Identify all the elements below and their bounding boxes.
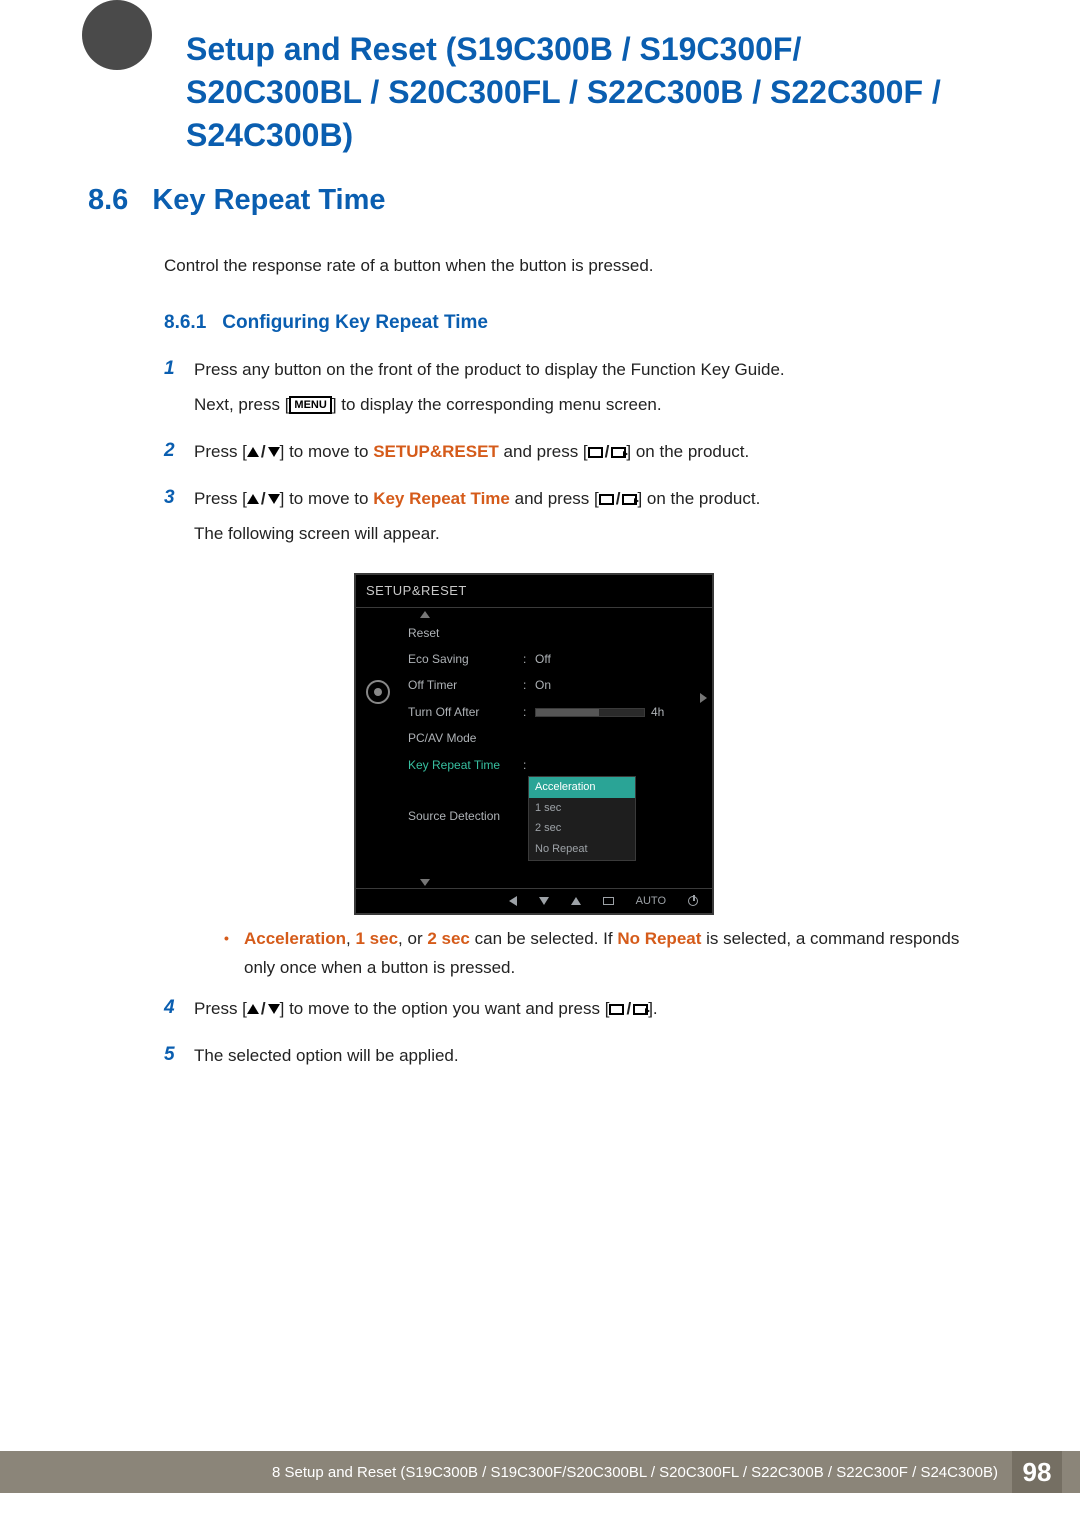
- step-number: 1: [164, 356, 194, 383]
- right-arrow-icon: [700, 693, 707, 703]
- step-number: 3: [164, 485, 194, 512]
- step-4: 4 Press [/] to move to the option you wa…: [164, 995, 984, 1030]
- acceleration-bold: Acceleration: [244, 929, 346, 948]
- osd-row-krt: Key Repeat Time:: [400, 752, 712, 778]
- popup-item-2sec: 2 sec: [529, 818, 635, 839]
- osd-row-offtimer: Off Timer:On: [400, 672, 712, 698]
- nav-down-icon: [539, 897, 549, 905]
- gear-icon: [366, 680, 390, 704]
- power-icon: [688, 896, 698, 906]
- one-sec-bold: 1 sec: [356, 929, 399, 948]
- scroll-up-icon: [420, 611, 430, 618]
- select-enter-icon: /: [599, 485, 638, 514]
- up-down-icon: /: [247, 438, 280, 467]
- section-number: 8.6: [88, 184, 128, 217]
- bullet-icon: •: [224, 925, 244, 983]
- up-down-icon: /: [247, 995, 280, 1024]
- chapter-icon: [82, 0, 152, 70]
- nav-back-icon: [509, 896, 517, 906]
- step-2: 2 Press [/] to move to SETUP&RESET and p…: [164, 438, 984, 473]
- popup-item-norepeat: No Repeat: [529, 839, 635, 860]
- step-body: The selected option will be applied.: [194, 1042, 984, 1077]
- intro-text: Control the response rate of a button wh…: [164, 256, 654, 276]
- osd-screenshot: SETUP&RESET Reset Eco Saving:Off Off Tim…: [354, 573, 984, 916]
- step-1-line-b: Next, press [MENU] to display the corres…: [194, 391, 984, 420]
- step-body: Press any button on the front of the pro…: [194, 356, 984, 426]
- slider-icon: [535, 708, 645, 717]
- step-number: 2: [164, 438, 194, 465]
- osd-nav-bar: AUTO: [356, 889, 712, 913]
- step-1-line-a: Press any button on the front of the pro…: [194, 356, 984, 385]
- section-heading: 8.6 Key Repeat Time: [88, 184, 386, 217]
- osd-panel: SETUP&RESET Reset Eco Saving:Off Off Tim…: [354, 573, 714, 916]
- steps-list: 1 Press any button on the front of the p…: [164, 356, 984, 1089]
- step-5: 5 The selected option will be applied.: [164, 1042, 984, 1077]
- page-title: Setup and Reset (S19C300B / S19C300F/ S2…: [186, 28, 946, 158]
- popup-item-1sec: 1 sec: [529, 798, 635, 819]
- page-number: 98: [1012, 1451, 1062, 1493]
- footer-text: 8 Setup and Reset (S19C300B / S19C300F/S…: [272, 1464, 998, 1481]
- select-enter-icon: /: [609, 995, 648, 1024]
- step-body: Press [/] to move to Key Repeat Time and…: [194, 485, 984, 983]
- step-number: 4: [164, 995, 194, 1022]
- nav-select-icon: [603, 897, 614, 905]
- step-1: 1 Press any button on the front of the p…: [164, 356, 984, 426]
- key-repeat-time-bold: Key Repeat Time: [373, 489, 510, 508]
- scroll-down-icon: [420, 879, 430, 886]
- nav-up-icon: [571, 897, 581, 905]
- step-3-tail: The following screen will appear.: [194, 520, 984, 549]
- step-body: Press [/] to move to the option you want…: [194, 995, 984, 1030]
- osd-row-eco: Eco Saving:Off: [400, 646, 712, 672]
- osd-row-reset: Reset: [400, 620, 712, 646]
- setup-reset-bold: SETUP&RESET: [373, 442, 499, 461]
- osd-row-pcav: PC/AV Mode: [400, 725, 712, 751]
- osd-title: SETUP&RESET: [356, 575, 712, 607]
- popup-item-acceleration: Acceleration: [529, 777, 635, 798]
- subsection-heading: 8.6.1 Configuring Key Repeat Time: [164, 312, 488, 334]
- note-bullet: • Acceleration, 1 sec, or 2 sec can be s…: [224, 925, 984, 983]
- two-sec-bold: 2 sec: [427, 929, 470, 948]
- no-repeat-bold: No Repeat: [617, 929, 701, 948]
- section-title: Key Repeat Time: [152, 184, 385, 217]
- subsection-title: Configuring Key Repeat Time: [222, 312, 488, 334]
- osd-row-turnoff: Turn Off After:4h: [400, 699, 712, 725]
- nav-auto-label: AUTO: [636, 892, 666, 911]
- step-body: Press [/] to move to SETUP&RESET and pre…: [194, 438, 984, 473]
- up-down-icon: /: [247, 485, 280, 514]
- step-number: 5: [164, 1042, 194, 1069]
- page-footer: 8 Setup and Reset (S19C300B / S19C300F/S…: [0, 1451, 1080, 1493]
- select-enter-icon: /: [588, 438, 627, 467]
- menu-button-icon: MENU: [289, 396, 331, 414]
- subsection-number: 8.6.1: [164, 312, 206, 334]
- step-3: 3 Press [/] to move to Key Repeat Time a…: [164, 485, 984, 983]
- osd-popup: Acceleration 1 sec 2 sec No Repeat: [528, 776, 636, 861]
